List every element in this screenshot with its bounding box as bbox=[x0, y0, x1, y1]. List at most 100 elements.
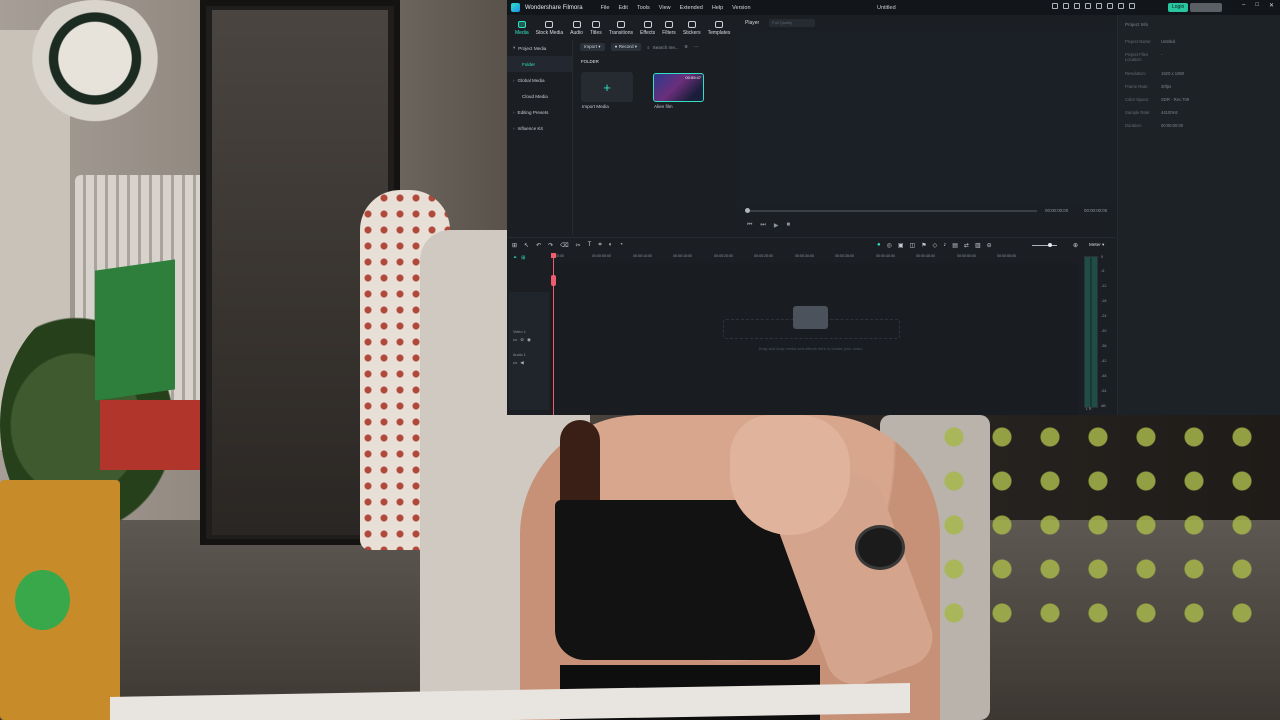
tab-media[interactable]: Media bbox=[515, 15, 529, 39]
zoom-out-icon[interactable]: ⊖ bbox=[987, 242, 992, 249]
tab-transitions[interactable]: Transitions bbox=[609, 15, 633, 39]
timeline-area[interactable]: Drag and drop media and effects here to … bbox=[551, 253, 1079, 415]
media-search-input[interactable]: ⌕ Search me... bbox=[647, 45, 679, 50]
maximize-icon[interactable]: □ bbox=[1255, 2, 1259, 9]
info-row: Project Files Location: - bbox=[1125, 52, 1163, 62]
scene-icon[interactable]: ▤ bbox=[952, 242, 958, 249]
upgrade-button[interactable] bbox=[1190, 3, 1222, 12]
tab-templates[interactable]: Templates bbox=[708, 15, 730, 39]
menu-tools[interactable]: Tools bbox=[637, 5, 650, 11]
sync-icon[interactable] bbox=[1074, 3, 1080, 9]
mic-icon[interactable]: ♪ bbox=[943, 242, 946, 249]
playback-buttons: ⏮ ⏭ ▶ ■ bbox=[747, 222, 790, 229]
tab-audio[interactable]: Audio bbox=[570, 15, 583, 39]
filmora-window: Wondershare Filmora File Edit Tools View… bbox=[507, 0, 1280, 415]
ruler-tick: 00:00:15:00 bbox=[673, 254, 692, 258]
menu-extended[interactable]: Extended bbox=[680, 5, 703, 11]
text-icon[interactable]: T bbox=[588, 242, 592, 249]
color-icon[interactable]: ◐ bbox=[609, 242, 613, 249]
tab-filters[interactable]: Filters bbox=[662, 15, 676, 39]
tab-stickers[interactable]: Stickers bbox=[683, 15, 701, 39]
filter-icon[interactable]: ≡ bbox=[685, 44, 688, 50]
link-icon[interactable]: ⚭ bbox=[513, 255, 517, 261]
quality-dropdown[interactable]: Full Quality bbox=[769, 19, 816, 27]
next-frame-icon[interactable]: ⏭ bbox=[760, 222, 765, 229]
menu-edit[interactable]: Edit bbox=[618, 5, 627, 11]
meter-scale-label: dB bbox=[1101, 404, 1106, 408]
scrub-bar[interactable] bbox=[747, 210, 1037, 212]
sidebar-item-cloud-media[interactable]: Cloud Media bbox=[507, 88, 572, 104]
stop-icon[interactable]: ■ bbox=[786, 222, 790, 229]
prev-frame-icon[interactable]: ⏮ bbox=[747, 222, 752, 229]
ai-icon[interactable]: ● bbox=[877, 242, 881, 249]
render-icon[interactable]: ◎ bbox=[887, 242, 892, 249]
sidebar-item-project-media[interactable]: ▾ Project Media bbox=[507, 40, 572, 56]
record-button[interactable]: ● Record ▾ bbox=[610, 43, 642, 51]
playhead-marker[interactable] bbox=[551, 275, 556, 286]
notification-icon[interactable] bbox=[1107, 3, 1113, 9]
tab-titles[interactable]: Titles bbox=[590, 15, 602, 39]
layout-icon[interactable] bbox=[1085, 3, 1091, 9]
tab-effects[interactable]: Effects bbox=[640, 15, 655, 39]
tab-stock-media[interactable]: Stock Media bbox=[536, 15, 563, 39]
login-button[interactable]: Login bbox=[1168, 3, 1189, 12]
hanging-hat bbox=[20, 0, 170, 130]
cereal-box-logo bbox=[15, 570, 70, 630]
pip-icon[interactable]: ▥ bbox=[975, 242, 981, 249]
menu-file[interactable]: File bbox=[601, 5, 610, 11]
track-headers: ⚭ ⊞ Video 1 ▭ ⊘ ◉ Audio 1 ▭ ◀ bbox=[507, 252, 551, 415]
mask-icon[interactable]: ◫ bbox=[910, 242, 916, 249]
track-tools: ⚭ ⊞ bbox=[513, 255, 525, 261]
zoom-slider[interactable] bbox=[1032, 245, 1057, 246]
speaker-icon[interactable]: ◀ bbox=[520, 360, 523, 366]
playhead-handle[interactable] bbox=[551, 253, 556, 258]
cut-icon[interactable]: ✂ bbox=[576, 242, 581, 249]
lock-icon[interactable]: ⊘ bbox=[520, 337, 524, 343]
edit-tools: ⊞ ↖ ↶ ↷ ⌫ ✂ T ⌗ ◐ ◔ bbox=[507, 242, 623, 249]
zoom-slider-handle[interactable] bbox=[1048, 243, 1052, 247]
speed-icon[interactable]: ◔ bbox=[619, 242, 623, 249]
layout-icon[interactable]: ⊞ bbox=[512, 242, 517, 249]
clip-thumbnail[interactable]: 00:59:47 bbox=[653, 73, 704, 102]
meter-scale-label: -48 bbox=[1101, 374, 1107, 378]
media-sidebar: ▾ Project Media Folder › Global Media Cl… bbox=[507, 40, 573, 235]
player-preview bbox=[739, 31, 1115, 203]
undo-icon[interactable]: ↶ bbox=[536, 242, 541, 249]
sidebar-item-folder[interactable]: Folder bbox=[507, 56, 572, 72]
shield-icon[interactable]: ◇ bbox=[933, 242, 938, 249]
menu-version[interactable]: Version bbox=[732, 5, 750, 11]
redo-icon[interactable]: ↷ bbox=[548, 242, 553, 249]
menu-help[interactable]: Help bbox=[712, 5, 723, 11]
marker-icon[interactable]: ⚑ bbox=[921, 242, 926, 249]
headset-icon[interactable] bbox=[1118, 3, 1124, 9]
upload-icon[interactable] bbox=[1052, 3, 1058, 9]
snapshot-icon[interactable]: ▣ bbox=[898, 242, 904, 249]
menu-view[interactable]: View bbox=[659, 5, 671, 11]
delete-icon[interactable]: ⌫ bbox=[560, 242, 568, 249]
clip-name: Alien film bbox=[654, 104, 673, 109]
timeline-ruler[interactable]: 00:00 00:00:05:00 00:00:10:00 00:00:15:0… bbox=[551, 252, 1079, 263]
zoom-in-icon[interactable]: ⊕ bbox=[1073, 242, 1078, 249]
eye-icon[interactable]: ◉ bbox=[527, 337, 531, 343]
import-media-tile[interactable]: + bbox=[581, 72, 633, 102]
select-icon[interactable]: ↖ bbox=[524, 242, 529, 249]
more-icon[interactable]: ··· bbox=[694, 44, 699, 50]
scrub-handle[interactable] bbox=[745, 208, 750, 213]
play-icon[interactable]: ▶ bbox=[774, 222, 779, 229]
device-icon[interactable] bbox=[1063, 3, 1069, 9]
playhead[interactable] bbox=[551, 253, 556, 415]
sidebar-item-global-media[interactable]: › Global Media bbox=[507, 72, 572, 88]
crop-icon[interactable]: ⌗ bbox=[598, 242, 601, 249]
sidebar-item-influence-kit[interactable]: › Influence Kit bbox=[507, 120, 572, 136]
save-icon[interactable] bbox=[1096, 3, 1102, 9]
replace-icon[interactable]: ⇄ bbox=[964, 242, 969, 249]
import-button[interactable]: Import ▾ bbox=[580, 43, 605, 51]
close-icon[interactable]: ✕ bbox=[1269, 2, 1274, 9]
minimize-icon[interactable]: – bbox=[1242, 2, 1245, 9]
meter-scale-label: -18 bbox=[1101, 299, 1107, 303]
sidebar-item-editing-presets[interactable]: › Editing Presets bbox=[507, 104, 572, 120]
info-row: Sample Rate: 44100Hz bbox=[1125, 110, 1178, 115]
add-track-icon[interactable]: ⊞ bbox=[521, 255, 525, 261]
cart-icon[interactable] bbox=[1129, 3, 1135, 9]
meter-dropdown[interactable]: Meter ▾ bbox=[1089, 242, 1104, 248]
